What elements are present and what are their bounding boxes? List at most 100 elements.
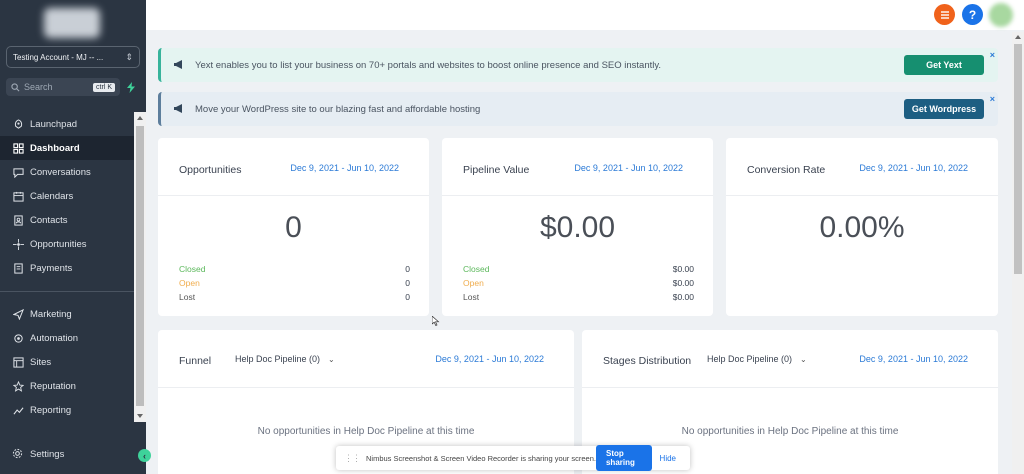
stat-label: Open xyxy=(463,278,484,288)
stat-value: 0 xyxy=(405,264,410,274)
sidebar-item-settings[interactable]: Settings xyxy=(12,448,64,460)
chat-icon xyxy=(12,166,24,178)
stop-sharing-button[interactable]: Stop sharing xyxy=(595,445,652,471)
conversion-rate-card: Conversion Rate Dec 9, 2021 - Jun 10, 20… xyxy=(726,138,998,316)
close-icon[interactable]: × xyxy=(990,94,995,104)
scroll-down-arrow-icon[interactable] xyxy=(137,414,143,418)
sidebar-nav-top: Launchpad Dashboard Conversations Calend… xyxy=(0,112,134,280)
card-divider xyxy=(158,195,429,196)
card-title: Conversion Rate xyxy=(747,164,826,176)
sidebar-item-conversations[interactable]: Conversations xyxy=(0,160,134,184)
rocket-icon xyxy=(12,118,24,130)
card-value: $0.00 xyxy=(539,211,616,244)
account-name: Testing Account - MJ -- ... xyxy=(13,52,104,62)
chevron-updown-icon: ⇕ xyxy=(125,51,133,62)
avatar[interactable] xyxy=(989,3,1013,27)
opportunities-card: Opportunities Dec 9, 2021 - Jun 10, 2022… xyxy=(158,138,429,316)
screen-share-bar: ⋮⋮ Nimbus Screenshot & Screen Video Reco… xyxy=(336,445,690,471)
sidebar-item-automation[interactable]: Automation xyxy=(0,326,134,350)
date-range-picker[interactable]: Dec 9, 2021 - Jun 10, 2022 xyxy=(290,163,399,173)
pipeline-select-value: Help Doc Pipeline (0) xyxy=(707,354,793,364)
stat-row: Lost 0 xyxy=(179,292,410,302)
banner-text: Yext enables you to list your business o… xyxy=(195,59,662,71)
date-range-picker[interactable]: Dec 9, 2021 - Jun 10, 2022 xyxy=(859,354,968,364)
megaphone-icon xyxy=(173,59,187,71)
sidebar-item-calendars[interactable]: Calendars xyxy=(0,184,134,208)
scrollbar-thumb[interactable] xyxy=(136,126,144,406)
stat-value: $0.00 xyxy=(672,278,694,288)
stat-row: Lost $0.00 xyxy=(463,292,694,302)
chevron-down-icon: ⌄ xyxy=(800,354,807,364)
date-range-picker[interactable]: Dec 9, 2021 - Jun 10, 2022 xyxy=(574,163,683,173)
sidebar-item-opportunities[interactable]: Opportunities xyxy=(0,232,134,256)
stat-value: $0.00 xyxy=(672,264,694,274)
close-icon[interactable]: × xyxy=(990,50,995,60)
stat-row: Closed 0 xyxy=(179,264,410,274)
search-shortcut: ctrl K xyxy=(93,82,115,92)
card-divider xyxy=(582,387,998,388)
get-yext-button[interactable]: Get Yext xyxy=(904,55,984,75)
scrollbar-thumb[interactable] xyxy=(1014,44,1022,274)
stat-value: 0 xyxy=(405,292,410,302)
share-message: Nimbus Screenshot & Screen Video Recorde… xyxy=(366,453,596,463)
stat-label: Lost xyxy=(179,292,196,302)
card-value: 0.00% xyxy=(819,211,905,244)
sidebar-item-label: Payments xyxy=(30,262,73,274)
stat-row: Open $0.00 xyxy=(463,278,694,288)
sidebar-scrollbar[interactable] xyxy=(134,112,146,422)
date-range-picker[interactable]: Dec 9, 2021 - Jun 10, 2022 xyxy=(859,163,968,173)
notifications-button[interactable] xyxy=(934,4,955,25)
pipeline-select[interactable]: Help Doc Pipeline (0) ⌄ xyxy=(235,354,335,364)
gear-icon xyxy=(12,448,24,460)
sidebar-item-marketing[interactable]: Marketing xyxy=(0,302,134,326)
sidebar-item-contacts[interactable]: Contacts xyxy=(0,208,134,232)
card-divider xyxy=(726,195,998,196)
sidebar-item-dashboard[interactable]: Dashboard xyxy=(0,136,134,160)
company-logo[interactable] xyxy=(44,8,100,38)
mouse-cursor-icon xyxy=(432,316,440,326)
list-icon xyxy=(940,10,949,19)
hide-button[interactable]: Hide xyxy=(660,454,676,463)
card-title: Pipeline Value xyxy=(463,164,530,176)
search-icon xyxy=(11,82,20,91)
collapse-sidebar-button[interactable]: ‹ xyxy=(138,449,151,462)
card-value: 0 xyxy=(285,211,302,244)
card-title: Funnel xyxy=(179,355,212,367)
chevron-down-icon: ⌄ xyxy=(328,354,335,364)
opportunities-icon xyxy=(12,238,24,250)
stat-value: 0 xyxy=(405,278,410,288)
sidebar-item-launchpad[interactable]: Launchpad xyxy=(0,112,134,136)
search-input[interactable]: Search ctrl K xyxy=(6,78,120,96)
scroll-up-arrow-icon[interactable] xyxy=(1015,35,1021,39)
sidebar-item-label: Conversations xyxy=(30,166,91,178)
automation-icon xyxy=(12,332,24,344)
sidebar-divider xyxy=(0,291,134,292)
contacts-icon xyxy=(12,214,24,226)
lightning-icon[interactable] xyxy=(124,79,138,95)
sidebar-item-label: Marketing xyxy=(30,308,72,320)
banner-text: Move your WordPress site to our blazing … xyxy=(195,103,481,115)
sidebar-item-reputation[interactable]: Reputation xyxy=(0,374,134,398)
sidebar-item-label: Sites xyxy=(30,356,52,368)
pipeline-select[interactable]: Help Doc Pipeline (0) ⌄ xyxy=(707,354,807,364)
calendar-icon xyxy=(12,190,24,202)
get-wordpress-button[interactable]: Get Wordpress xyxy=(904,99,984,119)
card-divider xyxy=(158,387,574,388)
yext-banner: Yext enables you to list your business o… xyxy=(158,48,998,82)
star-icon xyxy=(12,380,24,392)
sidebar-item-label: Automation xyxy=(30,332,79,344)
scroll-up-arrow-icon[interactable] xyxy=(137,116,143,120)
sidebar-item-sites[interactable]: Sites xyxy=(0,350,134,374)
page-scrollbar[interactable] xyxy=(1012,32,1024,474)
help-button[interactable]: ? xyxy=(962,4,983,25)
chevron-left-icon: ‹ xyxy=(143,450,146,461)
drag-handle-icon[interactable]: ⋮⋮ xyxy=(344,453,361,464)
pipeline-value-card: Pipeline Value Dec 9, 2021 - Jun 10, 202… xyxy=(442,138,713,316)
sidebar-item-payments[interactable]: Payments xyxy=(0,256,134,280)
date-range-picker[interactable]: Dec 9, 2021 - Jun 10, 2022 xyxy=(435,354,544,364)
account-switcher[interactable]: Testing Account - MJ -- ... ⇕ xyxy=(6,46,140,68)
sidebar-item-reporting[interactable]: Reporting xyxy=(0,398,134,422)
payments-icon xyxy=(12,262,24,274)
card-title: Opportunities xyxy=(179,164,242,176)
sidebar-item-label: Dashboard xyxy=(30,142,80,154)
